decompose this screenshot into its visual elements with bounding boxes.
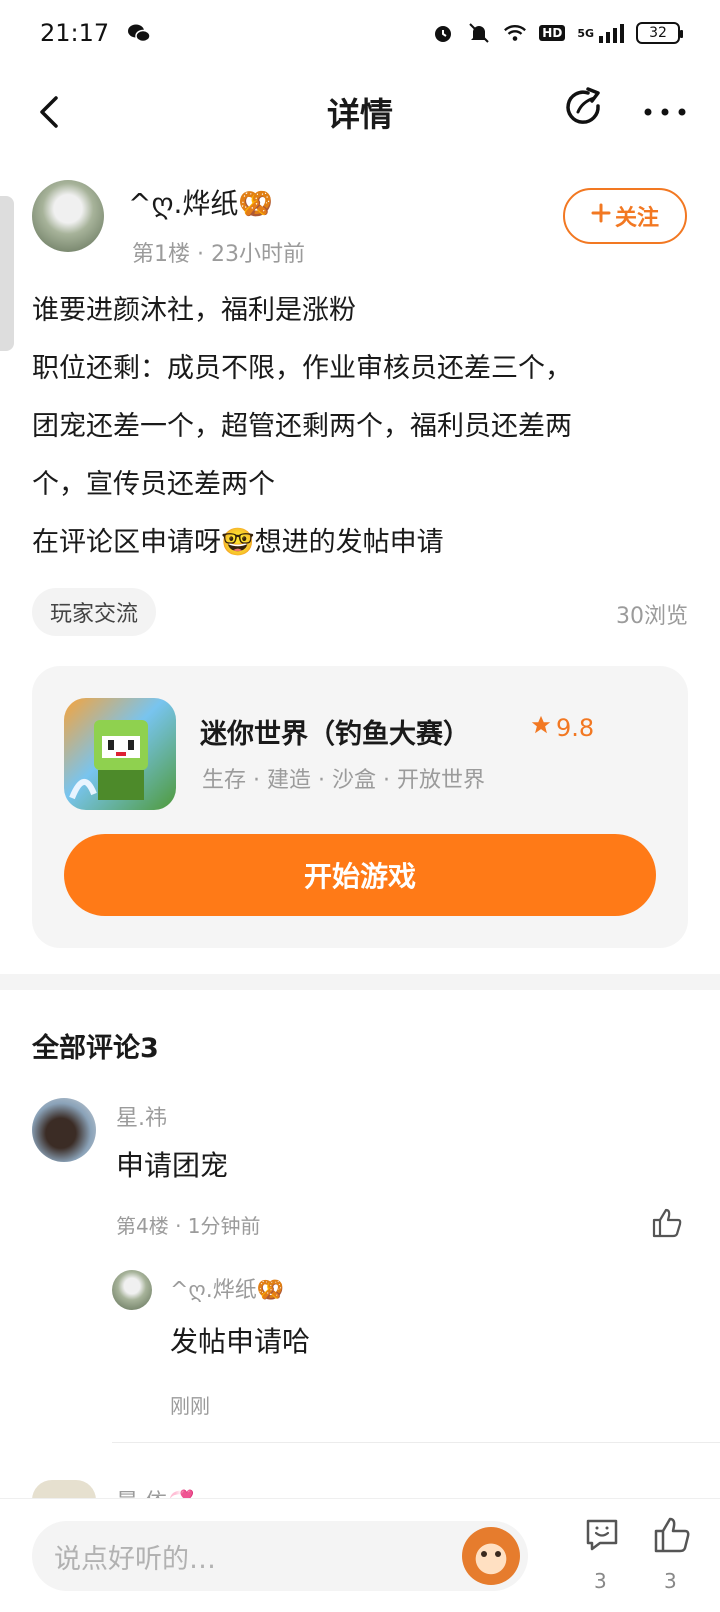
- reply-text[interactable]: 发帖申请哈: [170, 1320, 310, 1360]
- game-card[interactable]: 迷你世界（钓鱼大赛） 9.8 生存 · 建造 · 沙盒 · 开放世界 开始游戏: [32, 666, 688, 948]
- monkey-mascot-icon[interactable]: [462, 1527, 520, 1585]
- post-content: 谁要进颜沐社，福利是涨粉 职位还剩：成员不限，作业审核员还差三个， 团宠还差一个…: [32, 282, 692, 572]
- comment-input-placeholder: 说点好听的…: [54, 1543, 216, 1575]
- more-icon[interactable]: [640, 90, 690, 134]
- rating-value: 9.8: [556, 714, 595, 742]
- avatar[interactable]: [32, 1480, 96, 1500]
- game-tags: 生存 · 建造 · 沙盒 · 开放世界: [202, 768, 485, 793]
- comment-text[interactable]: 申请团宠: [116, 1144, 228, 1184]
- comment-input[interactable]: 说点好听的…: [32, 1521, 528, 1591]
- signal-icon: 5G: [577, 21, 624, 45]
- like-count: 3: [664, 1569, 677, 1593]
- status-time: 21:17: [40, 19, 110, 47]
- comment-icon[interactable]: [582, 1515, 622, 1555]
- avatar[interactable]: [32, 1098, 96, 1162]
- hd-icon: HD: [539, 21, 566, 45]
- status-left: 21:17: [40, 19, 151, 47]
- follow-button[interactable]: 关注: [563, 188, 687, 244]
- back-icon[interactable]: [28, 90, 72, 134]
- mute-bell-icon: [467, 21, 491, 45]
- post-line: 职位还剩：成员不限，作业审核员还差三个，: [32, 353, 572, 384]
- reply-meta: 刚刚: [170, 1394, 210, 1418]
- like-icon[interactable]: [650, 1206, 684, 1240]
- post-line: 谁要进颜沐社，福利是涨粉: [32, 295, 356, 326]
- star-icon: [530, 714, 552, 742]
- post-floor-meta: 第1楼 · 23小时前: [132, 242, 305, 267]
- post-line: 团宠还差一个，超管还剩两个，福利员还差两: [32, 411, 572, 442]
- share-icon[interactable]: [562, 86, 606, 130]
- start-game-button[interactable]: 开始游戏: [64, 834, 656, 916]
- plus-icon: [591, 203, 611, 229]
- comment-author[interactable]: 星.祎: [116, 1100, 167, 1132]
- comment-count: 3: [594, 1569, 607, 1593]
- topic-tag[interactable]: 玩家交流: [32, 588, 157, 636]
- page-title: 详情: [327, 95, 393, 134]
- post-line: 在评论区申请呀🤓想进的发帖申请: [32, 527, 444, 558]
- reply-author[interactable]: ^ღ.烨纸🥨: [170, 1272, 284, 1304]
- side-drawer-handle[interactable]: [0, 196, 14, 351]
- top-nav: 详情: [0, 66, 720, 158]
- like-icon[interactable]: [652, 1515, 692, 1555]
- section-divider: [0, 974, 720, 990]
- game-rating: 9.8: [530, 714, 594, 742]
- wifi-icon: [503, 21, 527, 45]
- post-line: 个，宣传员还差两个: [32, 469, 275, 500]
- status-right: HD 5G 32: [431, 21, 683, 45]
- game-icon[interactable]: [64, 698, 176, 810]
- view-count: 30浏览: [616, 604, 688, 629]
- status-bar: 21:17 HD 5G 32: [0, 0, 720, 66]
- avatar[interactable]: [112, 1270, 152, 1310]
- bottom-bar: 说点好听的… 3 3: [0, 1498, 720, 1612]
- wechat-icon: [127, 21, 151, 45]
- comments-title: 全部评论3: [32, 1033, 159, 1064]
- author-name[interactable]: ^ღ.烨纸🥨: [128, 182, 273, 222]
- follow-label: 关注: [614, 206, 659, 231]
- battery-indicator: 32: [636, 22, 683, 44]
- comment-divider: [112, 1442, 720, 1443]
- author-avatar[interactable]: [32, 180, 104, 252]
- game-name[interactable]: 迷你世界（钓鱼大赛）: [200, 712, 470, 751]
- alarm-icon: [431, 21, 455, 45]
- comment-meta: 第4楼 · 1分钟前: [116, 1214, 261, 1238]
